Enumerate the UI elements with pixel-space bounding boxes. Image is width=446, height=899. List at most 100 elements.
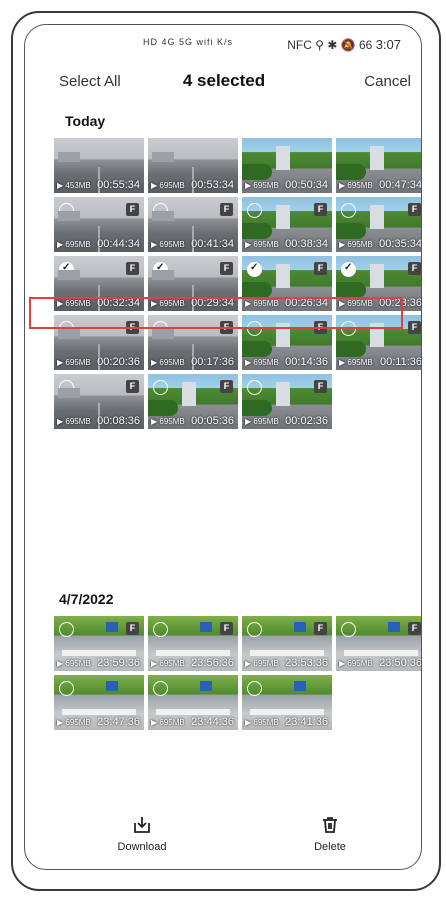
video-meta: ▶ 453MB 00:55:34 [54,177,144,193]
unchecked-circle-icon[interactable] [247,380,262,395]
f-badge: F [220,262,233,275]
unchecked-circle-icon[interactable] [153,622,168,637]
video-duration: 23:53:36 [285,657,328,669]
video-meta: ▶ 695MB 23:47:36 [54,714,144,730]
unchecked-circle-icon[interactable] [341,622,356,637]
unchecked-circle-icon[interactable] [153,203,168,218]
unchecked-circle-icon[interactable] [247,622,262,637]
f-badge: F [314,262,327,275]
checked-circle-icon[interactable] [59,262,74,277]
f-badge: F [220,380,233,393]
video-meta: ▶ 695MB 00:14:36 [242,354,332,370]
unchecked-circle-icon[interactable] [59,681,74,696]
video-duration: 23:47:36 [97,716,140,728]
video-duration: 00:26:34 [285,297,328,309]
video-duration: 23:56:36 [191,657,234,669]
video-size: ▶ 695MB [151,299,185,308]
f-badge: F [126,321,139,334]
unchecked-circle-icon[interactable] [247,203,262,218]
video-thumbnail[interactable]: F ▶ 695MB 23:53:36 [241,615,333,672]
video-thumbnail[interactable]: F ▶ 695MB 00:08:36 [53,373,145,430]
video-thumbnail[interactable]: F ▶ 695MB 00:02:36 [241,373,333,430]
video-meta: ▶ 695MB 00:35:34 [336,236,421,252]
video-duration: 00:14:36 [285,356,328,368]
status-bar: HD 4G 5G wifi K/s NFC ⚲ ✱ 🔕 66 3:07 [25,25,421,61]
video-size: ▶ 695MB [151,659,185,668]
video-size: ▶ 695MB [245,417,279,426]
video-thumbnail[interactable]: F ▶ 695MB 00:14:36 [241,314,333,371]
video-thumbnail[interactable]: F ▶ 695MB 00:44:34 [53,196,145,253]
video-thumbnail[interactable]: F ▶ 695MB 23:50:36 [335,615,421,672]
video-size: ▶ 695MB [339,299,373,308]
f-badge: F [314,203,327,216]
video-thumbnail[interactable]: F ▶ 695MB 00:11:36 [335,314,421,371]
video-thumbnail[interactable]: ▶ 695MB 23:47:36 [53,674,145,731]
video-thumbnail[interactable]: F ▶ 695MB 00:23:36 [335,255,421,312]
download-button[interactable]: Download [107,815,177,853]
video-thumbnail[interactable]: ▶ 695MB 23:41:36 [241,674,333,731]
f-badge: F [314,380,327,393]
f-badge: F [408,203,421,216]
video-thumbnail[interactable]: F ▶ 695MB 00:38:34 [241,196,333,253]
video-thumbnail[interactable]: ▶ 453MB 00:55:34 [53,137,145,194]
video-thumbnail[interactable]: F ▶ 695MB 00:35:34 [335,196,421,253]
video-size: ▶ 695MB [339,358,373,367]
video-duration: 00:47:34 [379,179,422,191]
video-size: ▶ 695MB [57,659,91,668]
unchecked-circle-icon[interactable] [247,681,262,696]
video-thumbnail[interactable]: F ▶ 695MB 00:29:34 [147,255,239,312]
video-duration: 00:08:36 [97,415,140,427]
video-meta: ▶ 695MB 23:50:36 [336,655,421,671]
video-meta: ▶ 695MB 00:17:36 [148,354,238,370]
cancel-button[interactable]: Cancel [364,73,411,90]
video-size: ▶ 695MB [151,240,185,249]
video-thumbnail[interactable]: F ▶ 695MB 00:20:36 [53,314,145,371]
unchecked-circle-icon[interactable] [59,622,74,637]
video-meta: ▶ 695MB 23:59:36 [54,655,144,671]
video-duration: 00:55:34 [97,179,140,191]
video-thumbnail[interactable]: ▶ 695MB 00:53:34 [147,137,239,194]
unchecked-circle-icon[interactable] [59,203,74,218]
unchecked-circle-icon[interactable] [247,321,262,336]
delete-button[interactable]: Delete [295,815,365,853]
video-thumbnail[interactable]: ▶ 695MB 00:50:34 [241,137,333,194]
f-badge: F [126,622,139,635]
video-meta: ▶ 695MB 00:44:34 [54,236,144,252]
checked-circle-icon[interactable] [153,262,168,277]
checked-circle-icon[interactable] [247,262,262,277]
video-thumbnail[interactable]: F ▶ 695MB 00:41:34 [147,196,239,253]
video-size: ▶ 453MB [57,181,91,190]
unchecked-circle-icon[interactable] [341,203,356,218]
checked-circle-icon[interactable] [341,262,356,277]
video-size: ▶ 695MB [339,181,373,190]
video-thumbnail[interactable]: F ▶ 695MB 23:56:36 [147,615,239,672]
video-size: ▶ 695MB [57,718,91,727]
status-system: NFC ⚲ ✱ 🔕 66 3:07 [287,37,401,52]
unchecked-circle-icon[interactable] [59,321,74,336]
unchecked-circle-icon[interactable] [341,321,356,336]
download-label: Download [117,841,167,853]
video-meta: ▶ 695MB 00:32:34 [54,295,144,311]
video-size: ▶ 695MB [245,358,279,367]
video-meta: ▶ 695MB 00:26:34 [242,295,332,311]
video-thumbnail[interactable]: F ▶ 695MB 00:26:34 [241,255,333,312]
f-badge: F [408,622,421,635]
video-size: ▶ 695MB [245,659,279,668]
unchecked-circle-icon[interactable] [59,380,74,395]
unchecked-circle-icon[interactable] [153,321,168,336]
video-thumbnail[interactable]: ▶ 695MB 00:47:34 [335,137,422,194]
unchecked-circle-icon[interactable] [153,681,168,696]
video-thumbnail[interactable]: F ▶ 695MB 00:05:36 [147,373,239,430]
video-meta: ▶ 695MB 00:02:36 [242,413,332,429]
video-thumbnail[interactable]: F ▶ 695MB 23:59:36 [53,615,145,672]
video-duration: 00:17:36 [191,356,234,368]
video-duration: 00:41:34 [191,238,234,250]
selected-count-title: 4 selected [182,71,266,90]
unchecked-circle-icon[interactable] [153,380,168,395]
video-meta: ▶ 695MB 23:41:36 [242,714,332,730]
video-meta: ▶ 695MB 00:08:36 [54,413,144,429]
video-thumbnail[interactable]: F ▶ 695MB 00:32:34 [53,255,145,312]
video-thumbnail[interactable]: ▶ 695MB 23:44:36 [147,674,239,731]
f-badge: F [314,321,327,334]
video-thumbnail[interactable]: F ▶ 695MB 00:17:36 [147,314,239,371]
